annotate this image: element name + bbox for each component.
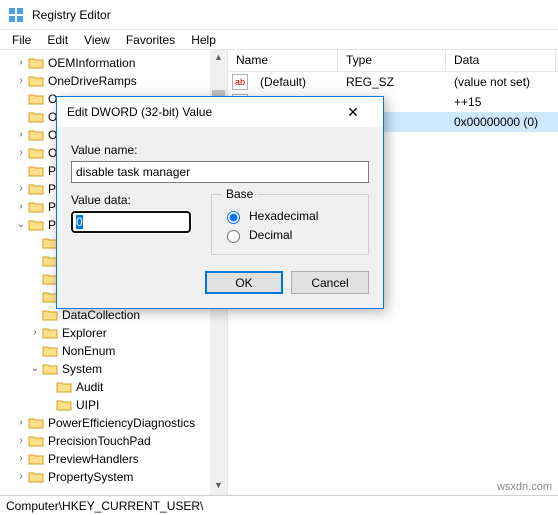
folder-icon — [28, 416, 44, 430]
cell-data: (value not set) — [446, 73, 556, 91]
expand-icon[interactable]: › — [14, 74, 28, 88]
tree-node[interactable]: › Explorer — [0, 324, 227, 342]
expand-icon[interactable]: › — [14, 182, 28, 196]
tree-node[interactable]: ·NonEnum — [0, 342, 227, 360]
folder-icon — [28, 56, 44, 70]
expand-icon[interactable]: › — [14, 56, 28, 70]
value-icon: ab — [232, 74, 248, 90]
expand-icon[interactable]: › — [14, 128, 28, 142]
tree-label: PreviewHandlers — [48, 452, 139, 466]
expand-icon[interactable]: › — [14, 146, 28, 160]
tree-node[interactable]: ·UIPI — [0, 396, 227, 414]
tree-node[interactable]: › PreviewHandlers — [0, 450, 227, 468]
radio-decimal[interactable]: Decimal — [222, 227, 358, 243]
menu-view[interactable]: View — [76, 31, 118, 49]
list-row[interactable]: ab(Default)REG_SZ(value not set) — [228, 72, 558, 92]
folder-icon — [28, 74, 44, 88]
watermark: wsxdn.com — [497, 481, 552, 493]
tree-label: DataCollection — [62, 308, 140, 322]
titlebar: Registry Editor — [0, 0, 558, 30]
folder-icon — [28, 146, 44, 160]
close-icon[interactable]: ✕ — [333, 104, 373, 121]
cancel-button[interactable]: Cancel — [291, 271, 369, 294]
tree-node[interactable]: ⌄ System — [0, 360, 227, 378]
folder-icon — [28, 470, 44, 484]
window-title: Registry Editor — [32, 8, 111, 22]
col-data[interactable]: Data — [446, 50, 556, 71]
base-fieldset: Base Hexadecimal Decimal — [211, 187, 369, 255]
statusbar: Computer\HKEY_CURRENT_USER\ — [0, 495, 558, 515]
ok-button[interactable]: OK — [205, 271, 283, 294]
radio-hexadecimal[interactable]: Hexadecimal — [222, 208, 358, 224]
tree-label: PowerEfficiencyDiagnostics — [48, 416, 195, 430]
menu-file[interactable]: File — [4, 31, 39, 49]
folder-icon — [42, 362, 58, 376]
folder-icon — [28, 218, 44, 232]
tree-node[interactable]: › PowerEfficiencyDiagnostics — [0, 414, 227, 432]
scroll-down-button[interactable]: ▼ — [210, 478, 227, 495]
tree-node[interactable]: › OneDriveRamps — [0, 72, 227, 90]
expand-icon[interactable]: › — [14, 470, 28, 484]
folder-icon — [28, 164, 44, 178]
cell-data: 0x00000000 (0) — [446, 113, 556, 131]
folder-icon — [28, 110, 44, 124]
dialog-titlebar[interactable]: Edit DWORD (32-bit) Value ✕ — [57, 97, 383, 127]
folder-icon — [42, 344, 58, 358]
value-name-input[interactable] — [71, 161, 369, 183]
tree-node[interactable]: › OEMInformation — [0, 54, 227, 72]
menu-favorites[interactable]: Favorites — [118, 31, 183, 49]
tree-label: Audit — [76, 380, 103, 394]
expand-icon[interactable]: › — [28, 326, 42, 340]
folder-icon — [42, 326, 58, 340]
tree-label: System — [62, 362, 102, 376]
tree-node[interactable]: › PrecisionTouchPad — [0, 432, 227, 450]
radio-dec-input[interactable] — [227, 230, 240, 243]
edit-dword-dialog: Edit DWORD (32-bit) Value ✕ Value name: … — [56, 96, 384, 309]
menu-edit[interactable]: Edit — [39, 31, 76, 49]
expand-icon[interactable]: › — [14, 452, 28, 466]
cell-data: ++15 — [446, 93, 556, 111]
tree-label: NonEnum — [62, 344, 115, 358]
tree-label: PropertySystem — [48, 470, 133, 484]
tree-label: OEMInformation — [48, 56, 135, 70]
tree-label: UIPI — [76, 398, 99, 412]
expand-icon[interactable]: › — [14, 416, 28, 430]
folder-icon — [56, 398, 72, 412]
folder-icon — [42, 308, 58, 322]
base-legend: Base — [222, 187, 257, 201]
tree-label: Explorer — [62, 326, 107, 340]
value-data-input[interactable] — [71, 211, 191, 233]
tree-label: OneDriveRamps — [48, 74, 137, 88]
folder-icon — [28, 200, 44, 214]
tree-label: PrecisionTouchPad — [48, 434, 151, 448]
col-name[interactable]: Name — [228, 50, 338, 71]
cell-name: (Default) — [252, 73, 338, 91]
col-type[interactable]: Type — [338, 50, 446, 71]
expand-icon[interactable]: ⌄ — [28, 362, 42, 376]
menu-help[interactable]: Help — [183, 31, 224, 49]
radio-hex-input[interactable] — [227, 211, 240, 224]
menubar: File Edit View Favorites Help — [0, 30, 558, 50]
folder-icon — [28, 92, 44, 106]
value-data-label: Value data: — [71, 193, 191, 207]
list-header[interactable]: Name Type Data — [228, 50, 558, 72]
folder-icon — [56, 380, 72, 394]
statusbar-path: Computer\HKEY_CURRENT_USER\ — [6, 499, 203, 513]
expand-icon[interactable]: ⌄ — [14, 218, 28, 232]
folder-icon — [28, 452, 44, 466]
expand-icon[interactable]: › — [14, 200, 28, 214]
dialog-title: Edit DWORD (32-bit) Value — [67, 105, 212, 119]
radio-hex-label: Hexadecimal — [249, 209, 318, 223]
folder-icon — [28, 434, 44, 448]
tree-node[interactable]: › PropertySystem — [0, 468, 227, 486]
tree-node[interactable]: ·Audit — [0, 378, 227, 396]
folder-icon — [28, 182, 44, 196]
scroll-up-button[interactable]: ▲ — [210, 50, 227, 67]
value-name-label: Value name: — [71, 143, 369, 157]
expand-icon[interactable]: › — [14, 434, 28, 448]
regedit-icon — [8, 7, 24, 23]
radio-dec-label: Decimal — [249, 228, 292, 242]
folder-icon — [28, 128, 44, 142]
cell-type: REG_SZ — [338, 73, 446, 91]
